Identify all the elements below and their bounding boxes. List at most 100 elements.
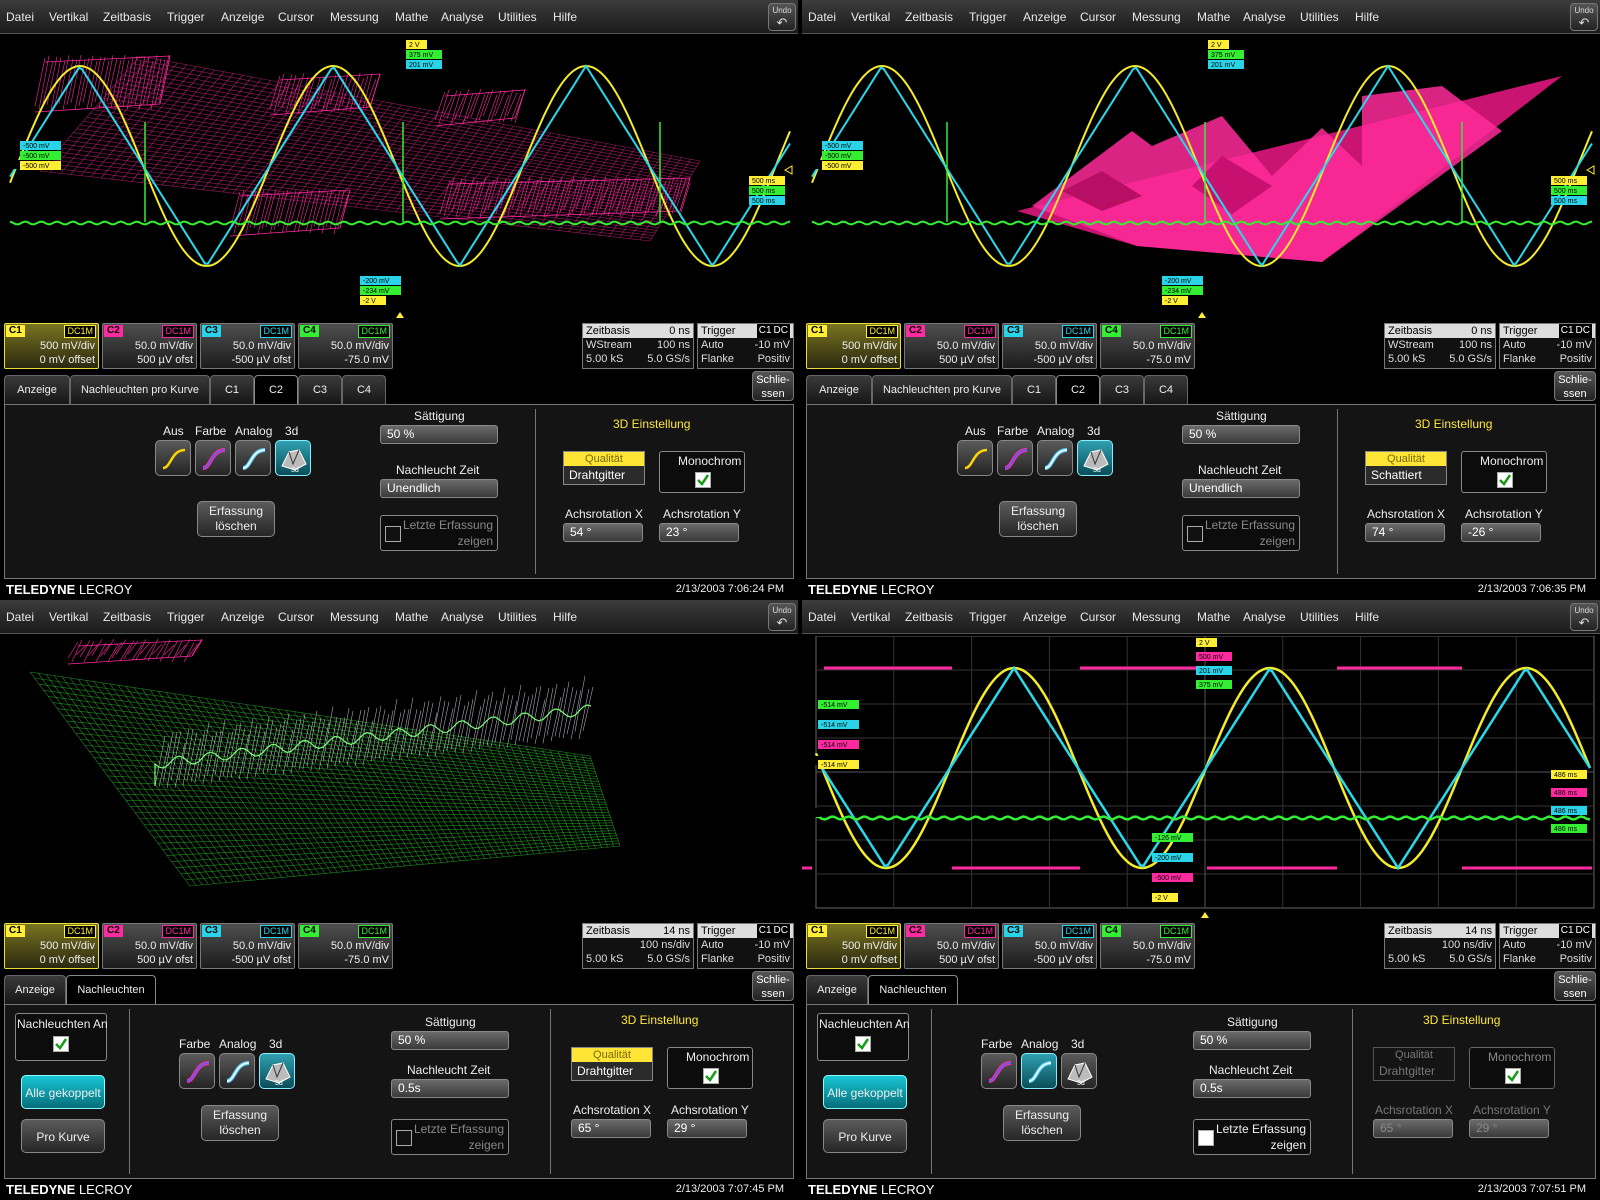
menu-item-datei[interactable]: Datei <box>6 10 34 24</box>
menu-item-analyse[interactable]: Analyse <box>1243 10 1286 24</box>
clear-sweeps-button[interactable]: Erfassung löschen <box>197 501 275 537</box>
last-trace-toggle[interactable]: Letzte Erfassung zeigen <box>380 515 498 551</box>
persistence-time-field[interactable]: 0.5s <box>1193 1079 1311 1098</box>
mode-analog-button[interactable] <box>219 1053 255 1089</box>
monochrome-toggle[interactable]: Monochrom <box>1461 451 1547 493</box>
tab-c4[interactable]: C4 <box>342 375 386 404</box>
close-dialog-button[interactable]: Schlie-ssen <box>1554 371 1596 401</box>
tab-anzeige[interactable]: Anzeige <box>806 975 868 1004</box>
rotation-y-field[interactable]: 29 ° <box>1469 1119 1549 1138</box>
close-dialog-button[interactable]: Schlie-ssen <box>752 371 794 401</box>
menu-item-messung[interactable]: Messung <box>1132 610 1181 624</box>
monochrome-checkbox[interactable] <box>703 1068 719 1084</box>
monochrome-checkbox[interactable] <box>1505 1068 1521 1084</box>
menu-item-datei[interactable]: Datei <box>808 10 836 24</box>
saturation-field[interactable]: 50 % <box>1193 1031 1311 1050</box>
channel-descriptor-c2[interactable]: C2 DC1M 50.0 mV/div 500 µV ofst <box>904 323 999 369</box>
menu-item-trigger[interactable]: Trigger <box>969 610 1007 624</box>
waveform-display[interactable]: C3 C4 2 V 500 mV 201 mV 375 mV -514 mV -514 mV -… <box>802 636 1600 918</box>
tab-nachleuchten-pro-kurve[interactable]: Nachleuchten pro Kurve <box>70 375 210 404</box>
rotation-y-field[interactable]: 23 ° <box>659 523 739 542</box>
clear-sweeps-button[interactable]: Erfassung löschen <box>201 1105 279 1141</box>
trigger-descriptor[interactable]: Trigger C1 DC Auto -10 mV Flanke Positiv <box>1499 923 1596 969</box>
close-dialog-button[interactable]: Schlie-ssen <box>752 971 794 1001</box>
last-trace-checkbox[interactable] <box>396 1130 412 1146</box>
persistence-time-field[interactable]: 0.5s <box>391 1079 509 1098</box>
mode-3d-button[interactable]: 3d <box>1077 440 1113 476</box>
menu-item-datei[interactable]: Datei <box>6 610 34 624</box>
mode-3d-button[interactable]: 3d <box>275 440 311 476</box>
all-coupled-button[interactable]: Alle gekoppelt <box>823 1075 907 1109</box>
tab-c1[interactable]: C1 <box>210 375 254 404</box>
per-curve-button[interactable]: Pro Kurve <box>21 1119 105 1153</box>
tab-anzeige[interactable]: Anzeige <box>806 375 872 404</box>
trigger-descriptor[interactable]: Trigger C1 DC Auto -10 mV Flanke Positiv <box>697 923 794 969</box>
channel-descriptor-c3[interactable]: C3 DC1M 50.0 mV/div -500 µV ofst <box>1002 323 1097 369</box>
menu-item-utilities[interactable]: Utilities <box>1300 10 1339 24</box>
menu-item-cursor[interactable]: Cursor <box>1080 10 1116 24</box>
menu-item-hilfe[interactable]: Hilfe <box>1355 10 1379 24</box>
rotation-y-field[interactable]: 29 ° <box>667 1119 747 1138</box>
clear-sweeps-button[interactable]: Erfassung löschen <box>999 501 1077 537</box>
tab-c2[interactable]: C2 <box>1056 375 1100 406</box>
quality-selector[interactable]: Qualität Drahtgitter <box>571 1047 653 1081</box>
waveform-display[interactable]: C1 C4 2 V 375 mV 201 mV -500 mV -500 mV -500 mV… <box>802 36 1600 318</box>
channel-descriptor-c4[interactable]: C4 DC1M 50.0 mV/div -75.0 mV <box>298 323 393 369</box>
trigger-descriptor[interactable]: Trigger C1 DC Auto -10 mV Flanke Positiv <box>697 323 794 369</box>
menu-item-zeitbasis[interactable]: Zeitbasis <box>103 610 151 624</box>
menu-item-mathe[interactable]: Mathe <box>395 10 428 24</box>
channel-descriptor-c1[interactable]: C1 DC1M 500 mV/div 0 mV offset <box>806 923 901 969</box>
tab-nachleuchten-pro-kurve[interactable]: Nachleuchten pro Kurve <box>872 375 1012 404</box>
channel-descriptor-c2[interactable]: C2 DC1M 50.0 mV/div 500 µV ofst <box>904 923 999 969</box>
mode-farbe-button[interactable] <box>195 440 231 476</box>
channel-descriptor-c2[interactable]: C2 DC1M 50.0 mV/div 500 µV ofst <box>102 923 197 969</box>
channel-descriptor-c3[interactable]: C3 DC1M 50.0 mV/div -500 µV ofst <box>1002 923 1097 969</box>
last-trace-toggle[interactable]: Letzte Erfassung zeigen <box>1193 1119 1311 1155</box>
tab-c3[interactable]: C3 <box>1100 375 1144 404</box>
menu-item-datei[interactable]: Datei <box>808 610 836 624</box>
menu-item-trigger[interactable]: Trigger <box>167 610 205 624</box>
channel-descriptor-c4[interactable]: C4 DC1M 50.0 mV/div -75.0 mV <box>1100 923 1195 969</box>
tab-nachleuchten[interactable]: Nachleuchten <box>66 975 156 1006</box>
undo-button[interactable]: Undo ↶ <box>768 603 796 631</box>
menu-item-analyse[interactable]: Analyse <box>441 610 484 624</box>
tab-anzeige[interactable]: Anzeige <box>4 975 66 1004</box>
menu-item-mathe[interactable]: Mathe <box>1197 10 1230 24</box>
monochrome-toggle[interactable]: Monochrom <box>659 451 745 493</box>
all-coupled-button[interactable]: Alle gekoppelt <box>21 1075 105 1109</box>
clear-sweeps-button[interactable]: Erfassung löschen <box>1003 1105 1081 1141</box>
mode-farbe-button[interactable] <box>981 1053 1017 1089</box>
menu-item-utilities[interactable]: Utilities <box>1300 610 1339 624</box>
menu-item-messung[interactable]: Messung <box>330 610 379 624</box>
menu-item-hilfe[interactable]: Hilfe <box>553 10 577 24</box>
persistence-on-checkbox[interactable] <box>855 1036 871 1052</box>
rotation-x-field[interactable]: 74 ° <box>1365 523 1445 542</box>
menu-item-zeitbasis[interactable]: Zeitbasis <box>905 610 953 624</box>
channel-descriptor-c3[interactable]: C3 DC1M 50.0 mV/div -500 µV ofst <box>200 923 295 969</box>
menu-item-mathe[interactable]: Mathe <box>1197 610 1230 624</box>
saturation-field[interactable]: 50 % <box>391 1031 509 1050</box>
waveform-canvas[interactable]: C3 C4 2 V 500 mV 201 mV 375 mV -514 mV -514 mV -… <box>802 636 1600 918</box>
channel-descriptor-c2[interactable]: C2 DC1M 50.0 mV/div 500 µV ofst <box>102 323 197 369</box>
undo-button[interactable]: Undo ↶ <box>768 3 796 31</box>
monochrome-toggle[interactable]: Monochrom <box>1469 1047 1555 1089</box>
mode-aus-button[interactable] <box>155 440 191 476</box>
menu-item-anzeige[interactable]: Anzeige <box>221 10 264 24</box>
menu-item-trigger[interactable]: Trigger <box>969 10 1007 24</box>
persistence-time-field[interactable]: Unendlich <box>380 479 498 498</box>
channel-descriptor-c1[interactable]: C1 DC1M 500 mV/div 0 mV offset <box>4 923 99 969</box>
undo-button[interactable]: Undo ↶ <box>1570 603 1598 631</box>
menu-item-zeitbasis[interactable]: Zeitbasis <box>103 10 151 24</box>
waveform-canvas[interactable]: C1 C4 2 V 375 mV 201 mV -500 mV -500 mV -500 mV… <box>0 36 798 318</box>
menu-item-cursor[interactable]: Cursor <box>278 10 314 24</box>
menu-item-mathe[interactable]: Mathe <box>395 610 428 624</box>
last-trace-toggle[interactable]: Letzte Erfassung zeigen <box>1182 515 1300 551</box>
saturation-field[interactable]: 50 % <box>1182 425 1300 444</box>
mode-aus-button[interactable] <box>957 440 993 476</box>
monochrome-checkbox[interactable] <box>1497 472 1513 488</box>
menu-item-cursor[interactable]: Cursor <box>278 610 314 624</box>
persistence-on-checkbox[interactable] <box>53 1036 69 1052</box>
mode-farbe-button[interactable] <box>997 440 1033 476</box>
last-trace-toggle[interactable]: Letzte Erfassung zeigen <box>391 1119 509 1155</box>
mode-analog-button[interactable] <box>1021 1053 1057 1089</box>
